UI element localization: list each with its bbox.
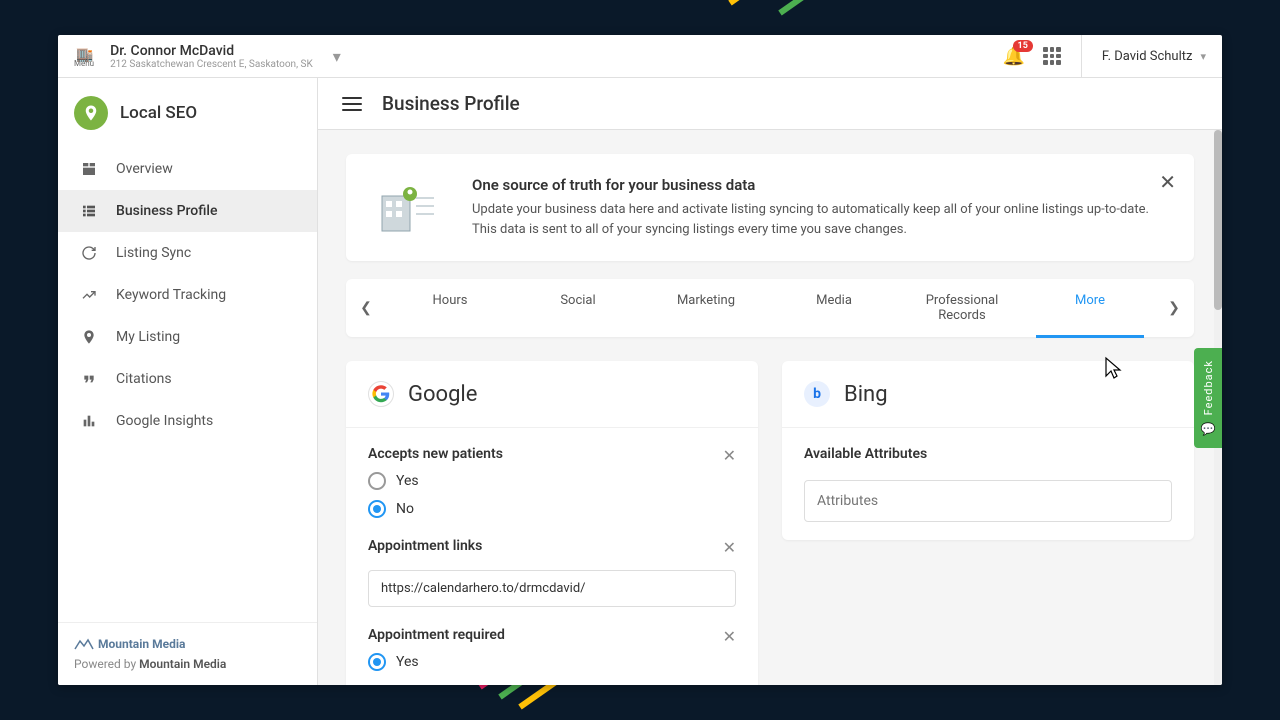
radio-yes[interactable]: Yes xyxy=(368,653,736,671)
user-name: F. David Schultz xyxy=(1102,49,1193,64)
trending-icon xyxy=(80,286,98,304)
tab-professional-records[interactable]: Professional Records xyxy=(898,279,1026,337)
tabs-row: ❮ Hours Social Marketing Media Professio… xyxy=(346,279,1194,337)
main-header: Business Profile xyxy=(318,78,1222,130)
info-heading: One source of truth for your business da… xyxy=(472,176,1168,194)
notifications-button[interactable]: 🔔 15 xyxy=(1002,46,1024,67)
feedback-tab[interactable]: Feedback 💬 xyxy=(1194,348,1222,448)
sidebar-item-my-listing[interactable]: My Listing xyxy=(58,316,317,358)
quote-icon xyxy=(80,370,98,388)
field-label: Appointment required xyxy=(368,627,736,643)
tabs-scroll-left[interactable]: ❮ xyxy=(346,285,386,331)
main-content: Business Profile xyxy=(318,78,1222,685)
pin-icon xyxy=(80,328,98,346)
sidebar-item-keyword-tracking[interactable]: Keyword Tracking xyxy=(58,274,317,316)
sidebar-item-label: Keyword Tracking xyxy=(116,287,226,303)
sync-icon xyxy=(80,244,98,262)
powered-by-text: Powered by Mountain Media xyxy=(74,657,301,671)
radio-label: No xyxy=(396,501,414,517)
sidebar-item-business-profile[interactable]: Business Profile xyxy=(58,190,317,232)
sidebar-item-label: Google Insights xyxy=(116,413,213,429)
bing-panel-title: Bing xyxy=(844,382,888,407)
sidebar-item-label: Business Profile xyxy=(116,203,217,219)
sidebar-item-label: My Listing xyxy=(116,329,180,345)
radio-icon xyxy=(368,472,386,490)
top-bar: Menu Dr. Connor McDavid 212 Saskatchewan… xyxy=(58,35,1222,78)
google-panel: Google Accepts new patients ✕ Yes xyxy=(346,361,758,685)
user-menu[interactable]: F. David Schultz ▾ xyxy=(1081,35,1206,77)
sidebar: Local SEO Overview Business Profile List… xyxy=(58,78,318,685)
app-window: Menu Dr. Connor McDavid 212 Saskatchewan… xyxy=(58,35,1222,685)
accepts-new-patients-field: Accepts new patients ✕ Yes No xyxy=(368,446,736,518)
info-banner: One source of truth for your business da… xyxy=(346,154,1194,261)
location-selector[interactable]: Dr. Connor McDavid 212 Saskatchewan Cres… xyxy=(110,43,313,70)
location-name: Dr. Connor McDavid xyxy=(110,43,313,59)
info-illustration-icon xyxy=(372,176,444,236)
list-icon xyxy=(80,202,98,220)
tabs-scroll-right[interactable]: ❯ xyxy=(1154,285,1194,331)
chevron-left-icon: ❮ xyxy=(360,300,372,316)
sidebar-item-overview[interactable]: Overview xyxy=(58,148,317,190)
app-title: Local SEO xyxy=(120,103,197,123)
tab-media[interactable]: Media xyxy=(770,279,898,337)
clear-field-button[interactable]: ✕ xyxy=(723,627,736,646)
sidebar-item-label: Overview xyxy=(116,161,173,177)
sidebar-footer: Mountain Media Powered by Mountain Media xyxy=(58,622,317,685)
info-body: Update your business data here and activ… xyxy=(472,200,1168,239)
radio-label: Yes xyxy=(396,654,419,670)
apps-grid-button[interactable] xyxy=(1043,47,1061,65)
close-icon: ✕ xyxy=(723,538,736,557)
dashboard-icon xyxy=(80,160,98,178)
radio-checked-icon xyxy=(368,500,386,518)
sidebar-item-label: Citations xyxy=(116,371,172,387)
chevron-right-icon: ❯ xyxy=(1168,300,1180,316)
tab-social[interactable]: Social xyxy=(514,279,642,337)
appointment-link-input[interactable] xyxy=(368,570,736,607)
available-attributes-label: Available Attributes xyxy=(804,446,1172,462)
google-icon xyxy=(368,381,394,407)
radio-checked-icon xyxy=(368,653,386,671)
tab-more[interactable]: More xyxy=(1026,279,1154,337)
tab-marketing[interactable]: Marketing xyxy=(642,279,770,337)
field-label: Accepts new patients xyxy=(368,446,736,462)
hamburger-button[interactable] xyxy=(342,97,362,111)
brand-logo: Mountain Media xyxy=(74,637,301,651)
close-icon: ✕ xyxy=(1159,170,1176,194)
chat-icon: 💬 xyxy=(1201,422,1216,436)
attributes-input[interactable] xyxy=(804,480,1172,522)
location-address: 212 Saskatchewan Crescent E, Saskatoon, … xyxy=(110,59,313,70)
sidebar-item-google-insights[interactable]: Google Insights xyxy=(58,400,317,442)
feedback-label: Feedback xyxy=(1202,360,1215,415)
radio-no[interactable]: No xyxy=(368,500,736,518)
bing-panel: b Bing Available Attributes xyxy=(782,361,1194,540)
tab-hours[interactable]: Hours xyxy=(386,279,514,337)
sidebar-nav: Overview Business Profile Listing Sync K… xyxy=(58,148,317,442)
chevron-down-icon: ▾ xyxy=(1200,50,1206,63)
bing-icon: b xyxy=(804,381,830,407)
sidebar-item-listing-sync[interactable]: Listing Sync xyxy=(58,232,317,274)
radio-yes[interactable]: Yes xyxy=(368,472,736,490)
notification-badge: 15 xyxy=(1013,40,1033,52)
close-icon: ✕ xyxy=(723,446,736,465)
radio-label: Yes xyxy=(396,473,419,489)
sidebar-item-citations[interactable]: Citations xyxy=(58,358,317,400)
store-icon xyxy=(76,44,92,58)
app-logo-icon xyxy=(74,96,108,130)
google-panel-title: Google xyxy=(408,382,477,407)
sidebar-header: Local SEO xyxy=(58,78,317,148)
sidebar-item-label: Listing Sync xyxy=(116,245,191,261)
appointment-required-field: Appointment required ✕ Yes xyxy=(368,627,736,671)
field-label: Appointment links xyxy=(368,538,736,554)
close-icon: ✕ xyxy=(723,627,736,646)
page-title: Business Profile xyxy=(382,92,520,115)
clear-field-button[interactable]: ✕ xyxy=(723,446,736,465)
chevron-down-icon[interactable]: ▾ xyxy=(333,47,341,66)
scrollbar-thumb[interactable] xyxy=(1214,130,1222,310)
close-banner-button[interactable]: ✕ xyxy=(1159,170,1176,194)
menu-button[interactable]: Menu xyxy=(74,44,94,68)
appointment-links-field: Appointment links ✕ xyxy=(368,538,736,607)
clear-field-button[interactable]: ✕ xyxy=(723,538,736,557)
chart-icon xyxy=(80,412,98,430)
